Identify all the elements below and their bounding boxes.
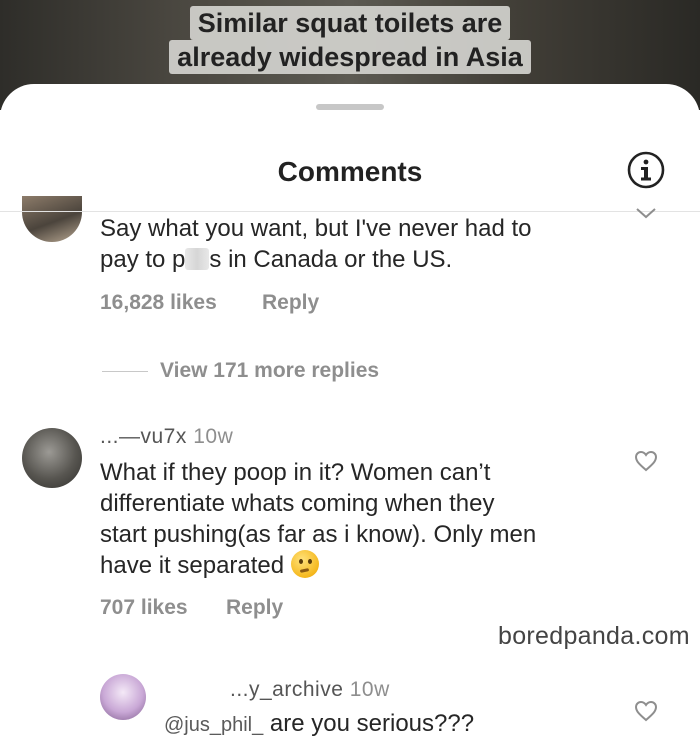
comment-text: @jus_phil_ are you serious???	[164, 710, 475, 737]
comment-username-line: ...y_archive 10w	[230, 678, 390, 702]
video-caption: Similar squat toilets are already widesp…	[0, 6, 700, 74]
scroll-edge	[0, 211, 700, 212]
like-count[interactable]: 707 likes	[100, 596, 188, 620]
like-heart-icon[interactable]	[634, 450, 658, 472]
username[interactable]: ...y_archive	[230, 678, 343, 701]
avatar[interactable]	[22, 196, 82, 242]
reply-button[interactable]: Reply	[226, 596, 283, 620]
reply-button[interactable]: Reply	[262, 291, 319, 315]
comment-username-line: ...—vu7x 10w	[100, 425, 233, 449]
like-heart-icon[interactable]	[634, 207, 658, 229]
watermark: boredpanda.com	[498, 622, 690, 650]
timestamp: 10w	[193, 425, 234, 448]
info-icon[interactable]	[626, 150, 666, 190]
mention[interactable]: @jus_phil_	[164, 714, 263, 736]
username[interactable]: ...—vu7x	[100, 425, 187, 448]
replies-divider	[102, 371, 148, 372]
comment-text: Say what you want, but I've never had to…	[100, 215, 532, 273]
sheet-title: Comments	[277, 156, 423, 187]
thinking-face-icon	[290, 550, 319, 578]
sheet-drag-handle[interactable]	[316, 104, 384, 110]
avatar[interactable]	[100, 674, 146, 720]
avatar[interactable]	[22, 428, 82, 488]
caption-line-2: already widespread in Asia	[169, 40, 531, 74]
caption-line-1: Similar squat toilets are	[189, 6, 511, 40]
comment-text: What if they poop in it? Women can’t dif…	[100, 459, 537, 579]
view-replies-button[interactable]: View 171 more replies	[160, 359, 379, 383]
like-count[interactable]: 16,828 likes	[100, 291, 217, 315]
timestamp: 10w	[349, 678, 390, 701]
like-heart-icon[interactable]	[634, 700, 658, 722]
censor-blur	[185, 248, 210, 270]
